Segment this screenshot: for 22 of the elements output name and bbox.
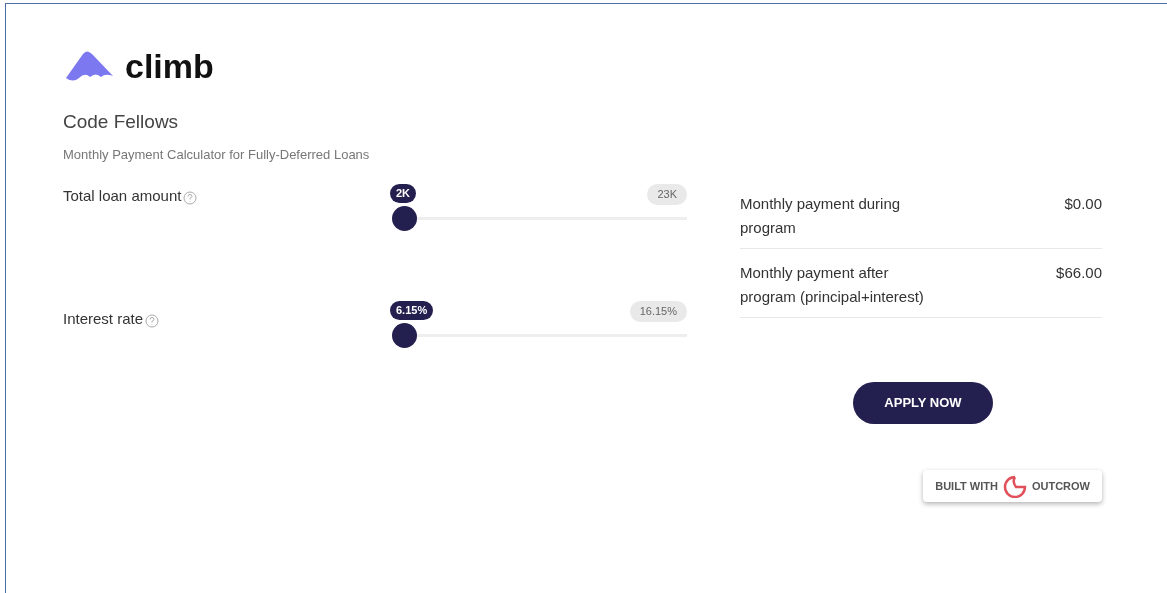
- value-badge: 6.15%: [390, 301, 434, 320]
- built-with-badge[interactable]: BUILT WITH OUTCROW: [923, 470, 1102, 502]
- brand-name: climb: [125, 49, 214, 83]
- slider-label: Interest rate: [63, 308, 144, 329]
- apply-now-button[interactable]: APPLY NOW: [853, 382, 993, 424]
- result-amount: $66.00: [1056, 263, 1102, 283]
- max-value-badge: 16.15%: [629, 301, 687, 322]
- slider-thumb[interactable]: [392, 323, 417, 348]
- result-label: Monthly payment after program (principal+interest): [740, 263, 925, 307]
- result-amount: $0.00: [1064, 194, 1102, 214]
- max-value-badge: 23K: [647, 184, 687, 205]
- page-title: Code Fellows: [63, 110, 180, 134]
- slider-label: Total loan amount: [63, 185, 182, 206]
- page-subtitle: Monthly Payment Calculator for Fully-Deferred Loans: [63, 145, 371, 164]
- outcrow-logo-icon: [1001, 474, 1028, 498]
- outcrow-text: OUTCROW: [1031, 478, 1090, 494]
- slider-track[interactable]: [392, 323, 687, 348]
- result-label: Monthly payment during program: [740, 194, 902, 238]
- slider-track[interactable]: [392, 206, 687, 231]
- value-badge: 2K: [390, 184, 417, 203]
- slider-thumb[interactable]: [392, 206, 417, 231]
- built-with-text: BUILT WITH: [935, 478, 998, 494]
